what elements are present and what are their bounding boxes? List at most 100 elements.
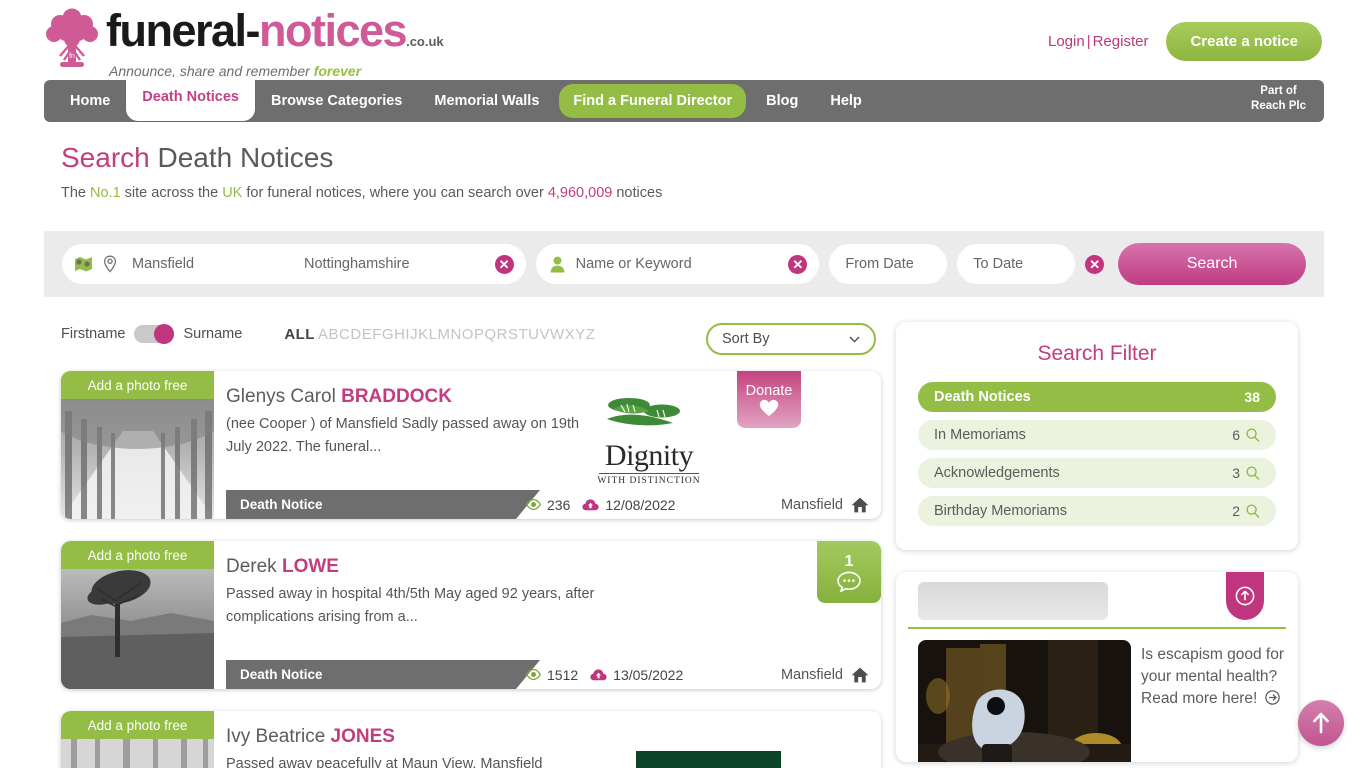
promo-divider [908, 627, 1286, 629]
filter-row-death-notices[interactable]: Death Notices 38 [918, 382, 1276, 412]
search-icon [1246, 504, 1260, 518]
filter-row-acknowledgements[interactable]: Acknowledgements 3 [918, 458, 1276, 488]
page-title-area: Search Death Notices The No.1 site acros… [61, 142, 662, 201]
alpha-letter-c[interactable]: C [339, 326, 350, 343]
sort-by-label: Sort By [722, 331, 770, 347]
alpha-letter-e[interactable]: E [362, 326, 373, 343]
filter-row-birthday-memoriams[interactable]: Birthday Memoriams 2 [918, 496, 1276, 526]
search-icon [1246, 428, 1260, 442]
alpha-letter-v[interactable]: V [540, 326, 551, 343]
alpha-all[interactable]: ALL [284, 326, 315, 343]
nav-item-browse-categories[interactable]: Browse Categories [255, 80, 418, 122]
add-photo-button[interactable]: Add a photo free [61, 371, 214, 399]
promo-top-image [918, 582, 1108, 620]
clear-dates-button[interactable]: ✕ [1085, 254, 1105, 274]
person-icon [550, 256, 564, 272]
promo-article-text[interactable]: Is escapism good for your mental health?… [1141, 644, 1291, 710]
nav-item-death-notices[interactable]: Death Notices [126, 77, 255, 121]
alpha-letter-j[interactable]: J [410, 326, 418, 343]
notice-firstnames: Glenys Carol [226, 386, 342, 407]
title-rest: Death Notices [149, 142, 334, 173]
cloud-upload-icon [590, 669, 607, 681]
logo-funeral: funeral [106, 5, 247, 56]
nav-item-help[interactable]: Help [814, 80, 877, 122]
comment-count-badge[interactable]: 1 [817, 541, 881, 603]
sort-by-dropdown[interactable]: Sort By [706, 323, 876, 355]
filter-count: 38 [1244, 389, 1260, 405]
clear-location-button[interactable]: ✕ [494, 254, 514, 274]
alpha-letter-t[interactable]: T [519, 326, 529, 343]
filter-right: 3 [1232, 465, 1260, 481]
search-filter-card: Search Filter Death Notices 38 In Memori… [896, 322, 1298, 550]
nav-item-home[interactable]: Home [54, 80, 126, 122]
notice-card[interactable]: Add a photo free Glenys Carol BRADDOCK (… [61, 371, 881, 519]
subtitle-uk: UK [222, 185, 243, 201]
alpha-letter-p[interactable]: P [474, 326, 485, 343]
arrow-up-icon [1313, 712, 1329, 734]
alpha-letter-r[interactable]: R [497, 326, 508, 343]
alpha-letter-d[interactable]: D [350, 326, 361, 343]
alpha-letter-n[interactable]: N [450, 326, 461, 343]
donate-button[interactable]: Donate [737, 371, 801, 428]
nav-item-find-funeral-director[interactable]: Find a Funeral Director [559, 84, 747, 118]
register-link[interactable]: Register [1093, 33, 1149, 50]
search-button[interactable]: Search [1118, 243, 1306, 285]
add-photo-button[interactable]: Add a photo free [61, 711, 214, 739]
tree-logo-icon: fn [46, 8, 98, 67]
promo-card[interactable]: Is escapism good for your mental health?… [896, 572, 1298, 762]
scroll-to-top-button[interactable] [1298, 700, 1344, 746]
cloud-upload-icon [582, 499, 599, 511]
name-sort-toggle[interactable] [134, 324, 175, 344]
svg-text:fn: fn [69, 53, 75, 60]
filter-row-in-memoriams[interactable]: In Memoriams 6 [918, 420, 1276, 450]
alpha-letter-x[interactable]: X [565, 326, 576, 343]
alpha-letter-z[interactable]: Z [586, 326, 596, 343]
notice-card[interactable]: Add a photo free Derek LOWE Passed away … [61, 541, 881, 689]
page-title: Search Death Notices [61, 142, 662, 174]
create-notice-button[interactable]: Create a notice [1166, 22, 1322, 61]
alpha-letter-y[interactable]: Y [575, 326, 586, 343]
logo-tld: .co.uk [406, 34, 444, 49]
notice-content: Derek LOWE Passed away in hospital 4th/5… [226, 555, 606, 629]
notice-place-name: Mansfield [780, 666, 843, 683]
dignity-tree-icon [607, 398, 680, 426]
alpha-letter-b[interactable]: B [329, 326, 340, 343]
alpha-letter-m[interactable]: M [437, 326, 450, 343]
search-filter-title: Search Filter [1037, 342, 1157, 365]
dignity-rule [599, 473, 699, 474]
clear-keyword-button[interactable]: ✕ [788, 254, 808, 274]
alpha-letter-w[interactable]: W [550, 326, 565, 343]
notice-description: Passed away peacefully at Maun View, Man… [226, 756, 543, 768]
location-city-value: Mansfield [132, 256, 195, 272]
filter-count: 3 [1232, 465, 1240, 481]
subtitle-part-a: The [61, 185, 91, 201]
location-search-field[interactable]: Mansfield Nottinghamshire ✕ [62, 244, 526, 284]
alpha-letter-q[interactable]: Q [484, 326, 496, 343]
dignity-wordmark: Dignity [604, 439, 694, 472]
site-logo[interactable]: fn funeral-notices.co.uk Announce, share… [44, 8, 444, 79]
nav-item-blog[interactable]: Blog [750, 80, 814, 122]
notice-card[interactable]: Add a photo free Ivy Beatrice JONES Pass… [61, 711, 881, 768]
nav-item-memorial-walls[interactable]: Memorial Walls [418, 80, 555, 122]
login-link[interactable]: Login [1048, 33, 1085, 50]
alpha-letter-f[interactable]: F [372, 326, 382, 343]
to-date-field[interactable]: To Date [957, 244, 1076, 284]
search-icon [1246, 466, 1260, 480]
alpha-letter-g[interactable]: G [382, 326, 394, 343]
logo-notices: notices [259, 5, 408, 56]
notice-published-date: 12/08/2022 [605, 496, 676, 513]
alpha-letter-u[interactable]: U [528, 326, 539, 343]
location-county-value: Nottinghamshire [304, 256, 410, 272]
alpha-letter-s[interactable]: S [508, 326, 519, 343]
notice-place-name: Mansfield [780, 496, 843, 513]
alpha-letter-o[interactable]: O [462, 326, 474, 343]
sponsor-banner-placeholder [636, 751, 781, 768]
add-photo-button[interactable]: Add a photo free [61, 541, 214, 569]
from-date-field[interactable]: From Date [829, 244, 948, 284]
promo-expand-button[interactable] [1226, 572, 1264, 620]
alpha-letter-a[interactable]: A [318, 326, 329, 343]
keyword-search-field[interactable]: Name or Keyword ✕ [535, 244, 820, 284]
alpha-letter-k[interactable]: K [418, 326, 429, 343]
alpha-letter-h[interactable]: H [394, 326, 405, 343]
promo-article-image[interactable] [918, 640, 1131, 762]
